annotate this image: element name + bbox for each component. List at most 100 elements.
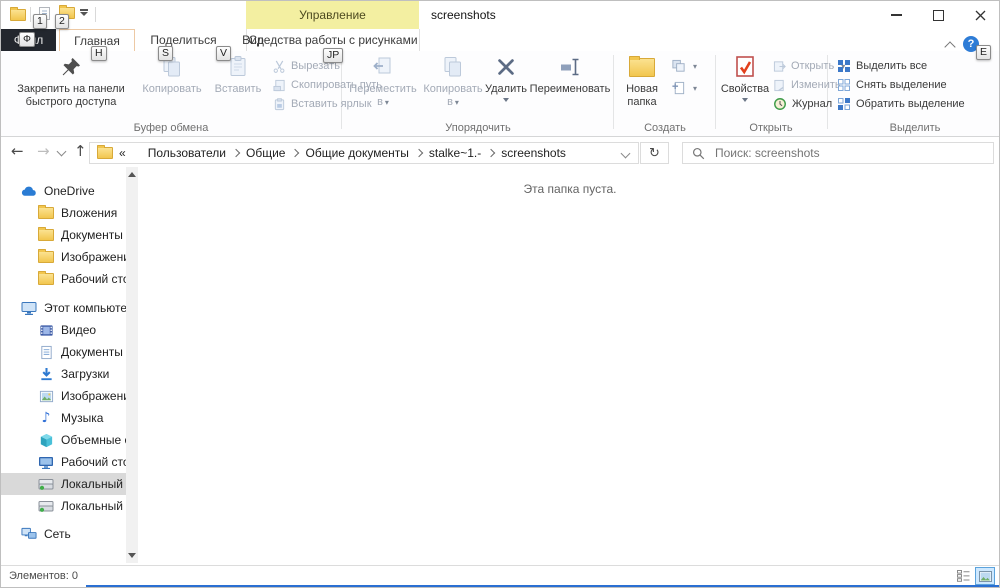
sidebar-item-downloads[interactable]: Загрузки [1, 363, 126, 385]
sidebar-item-local-disk-c[interactable]: Локальный дис [1, 473, 126, 495]
address-dropdown[interactable] [620, 148, 631, 158]
sidebar-item-music[interactable]: ♪ Музыка [1, 407, 126, 429]
refresh-button[interactable]: ↻ [640, 142, 669, 164]
properties-button[interactable]: Свойства [719, 54, 771, 102]
breadcrumb-separator-icon [414, 148, 424, 158]
dropdown-caret-icon: ▾ [384, 98, 389, 107]
desktop-monitor-icon [38, 454, 54, 470]
copy-to-label: Копировать [423, 83, 483, 95]
sidebar-item-label: Вложения [61, 206, 118, 220]
navigation-pane: OneDrive Вложения Документы Изображения … [1, 167, 139, 565]
select-none-icon [838, 79, 850, 91]
sidebar-item-documents[interactable]: Документы [1, 341, 126, 363]
music-note-icon: ♪ [41, 410, 51, 426]
new-item-button[interactable]: ▾ [671, 79, 697, 97]
scroll-down-button[interactable] [126, 553, 138, 558]
breadcrumb-segment[interactable]: Общие [246, 146, 285, 160]
qat-customize-dropdown[interactable] [78, 9, 90, 16]
copy-to-button[interactable]: Копировать в ▾ [421, 54, 485, 109]
sidebar-item-onedrive[interactable]: OneDrive [1, 180, 126, 202]
explorer-window: 1 2 Управление screenshots Файл [0, 0, 1000, 588]
dropdown-caret-icon: ▾ [454, 98, 459, 107]
forward-icon: → [37, 142, 50, 160]
easy-access-button[interactable]: ▾ [671, 57, 697, 75]
select-group-label: Выделить [889, 122, 941, 134]
network-icon [21, 526, 37, 542]
ribbon-group-create: Новая папка ▾ ▾ Создать [615, 51, 715, 136]
tab-share[interactable]: Поделиться [141, 29, 226, 51]
new-folder-button[interactable]: Новая папка [619, 54, 665, 109]
sidebar-item-onedrive-documents[interactable]: Документы [1, 224, 126, 246]
sidebar-item-pictures[interactable]: Изображения [1, 385, 126, 407]
folder-icon [38, 249, 54, 265]
3d-objects-cube-icon [38, 432, 54, 448]
select-none-button[interactable]: Снять выделение [837, 76, 947, 94]
file-list-area[interactable]: Эта папка пуста. [139, 167, 999, 565]
search-box[interactable] [682, 142, 994, 164]
select-all-icon [838, 60, 850, 72]
sidebar-item-label: Этот компьютер [44, 301, 126, 315]
location-folder-icon [97, 145, 113, 159]
documents-icon [38, 344, 54, 360]
sidebar-item-label: Рабочий стол [61, 272, 126, 286]
sidebar-item-onedrive-desktop[interactable]: Рабочий стол [1, 268, 126, 290]
rename-button[interactable]: Переименовать [530, 54, 610, 96]
sidebar-item-this-pc[interactable]: Этот компьютер [1, 297, 126, 319]
folder-icon [38, 205, 54, 221]
local-disk-icon [38, 476, 54, 492]
app-folder-icon [10, 7, 26, 21]
edit-icon [774, 79, 784, 91]
breadcrumb-segment[interactable]: screenshots [501, 146, 566, 160]
breadcrumb-segment[interactable]: stalke~1.- [429, 146, 481, 160]
minimize-button[interactable] [881, 1, 911, 29]
dropdown-caret-icon: ▾ [693, 83, 698, 93]
group-separator [613, 55, 614, 129]
pin-icon [60, 54, 82, 80]
empty-folder-message: Эта папка пуста. [523, 182, 617, 196]
pin-to-quick-access-button[interactable]: Закрепить на панели быстрого доступа [5, 54, 137, 109]
sidebar-item-attachments[interactable]: Вложения [1, 202, 126, 224]
new-folder-label1: Новая [626, 83, 658, 95]
ribbon: Закрепить на панели быстрого доступа Коп… [1, 51, 999, 137]
history-button[interactable]: Журнал [773, 95, 832, 113]
maximize-button[interactable] [923, 1, 953, 29]
breadcrumb-segment[interactable]: Пользователи [148, 146, 226, 160]
folder-icon [38, 271, 54, 287]
titlebar-divider [30, 7, 31, 22]
invert-selection-button[interactable]: Обратить выделение [837, 95, 965, 113]
sidebar-item-videos[interactable]: Видео [1, 319, 126, 341]
sidebar-item-desktop[interactable]: Рабочий стол [1, 451, 126, 473]
new-item-icon [672, 81, 685, 94]
breadcrumb-overflow[interactable]: « [119, 146, 126, 160]
collapse-ribbon-button[interactable] [944, 41, 956, 53]
history-label: Журнал [792, 98, 833, 110]
contextual-header-label: Управление [299, 8, 366, 22]
group-separator [715, 55, 716, 129]
up-button[interactable]: ↑ [74, 140, 87, 162]
move-to-button[interactable]: Переместить в ▾ [347, 54, 419, 109]
select-none-label: Снять выделение [856, 79, 947, 91]
pin-label: Закрепить на панели быстрого доступа [17, 83, 125, 108]
sidebar-scrollbar[interactable] [126, 167, 138, 563]
sidebar-item-label: Видео [61, 323, 97, 337]
sidebar-item-3d-objects[interactable]: Объемные объе [1, 429, 126, 451]
details-view-button[interactable] [954, 568, 973, 584]
address-breadcrumb-bar[interactable]: « Пользователи Общие Общие документы sta… [89, 142, 639, 164]
sidebar-item-local-disk-d[interactable]: Локальный дис [1, 495, 126, 517]
recent-locations-dropdown[interactable] [56, 146, 67, 157]
close-button[interactable] [965, 1, 995, 29]
pictures-icon [38, 388, 54, 404]
forward-button[interactable]: → [37, 140, 50, 162]
videos-icon [38, 322, 54, 338]
sidebar-item-onedrive-pictures[interactable]: Изображения [1, 246, 126, 268]
select-all-button[interactable]: Выделить все [837, 57, 927, 75]
back-button[interactable]: ← [11, 140, 24, 162]
delete-button[interactable]: Удалить [483, 54, 529, 102]
breadcrumb-segment[interactable]: Общие документы [305, 146, 408, 160]
thumbnails-view-icon [978, 570, 992, 582]
thumbnails-view-button[interactable] [975, 567, 995, 585]
scroll-up-icon[interactable] [128, 172, 136, 177]
search-input[interactable] [713, 145, 967, 161]
sidebar-item-label: Документы [61, 345, 123, 359]
sidebar-item-network[interactable]: Сеть [1, 523, 126, 545]
